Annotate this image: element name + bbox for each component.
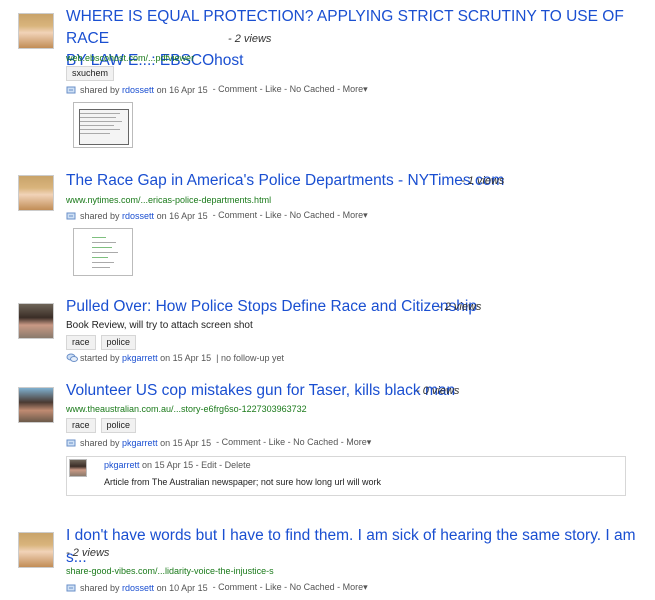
share-icon — [66, 211, 77, 221]
thumbnail-line — [80, 133, 110, 134]
meta-prefix: shared by — [80, 210, 120, 221]
thumbnail-line — [80, 113, 120, 114]
bookmark-meta: shared by pkgarrett on 15 Apr 15 - Comme… — [66, 437, 371, 448]
view-count: - 2 views — [66, 547, 110, 559]
tag-list: race police — [66, 418, 137, 433]
thumbnail-line — [80, 117, 116, 118]
bookmark-meta: shared by rdossett on 16 Apr 15 - Commen… — [66, 210, 368, 221]
meta-actions[interactable]: - Comment - Like - No Cached - More▾ — [213, 84, 368, 95]
comment-text: Article from The Australian newspaper; n… — [104, 477, 381, 487]
meta-user-link[interactable]: rdossett — [122, 583, 154, 593]
tag[interactable]: sxuchem — [66, 66, 115, 81]
meta-prefix: shared by — [80, 84, 120, 95]
bookmark-meta: shared by rdossett on 10 Apr 15 - Commen… — [66, 582, 368, 593]
share-icon — [66, 85, 77, 95]
avatar[interactable] — [18, 303, 54, 339]
tag-list: race police — [66, 335, 137, 350]
tag[interactable]: police — [100, 335, 137, 350]
meta-user-link[interactable]: pkgarrett — [122, 353, 158, 363]
view-count: - 2 views — [228, 33, 272, 45]
tag[interactable]: race — [66, 418, 96, 433]
meta-user-link[interactable]: pkgarrett — [122, 438, 158, 448]
thumbnail-line — [92, 252, 118, 253]
view-count: - 0 views — [416, 385, 460, 397]
meta-user-link[interactable]: rdossett — [122, 85, 154, 95]
tag[interactable]: police — [100, 418, 137, 433]
thumbnail-line — [92, 247, 112, 248]
bookmark-title-link[interactable]: The Race Gap in America's Police Departm… — [66, 170, 504, 192]
avatar[interactable] — [18, 175, 54, 211]
thumbnail-line — [92, 242, 116, 243]
meta-actions[interactable]: - Comment - Like - No Cached - More▾ — [213, 582, 368, 593]
meta-date: on 16 Apr 15 — [156, 84, 208, 95]
comment-actions[interactable]: - Edit - Delete — [196, 460, 251, 470]
bookmark-meta: started by pkgarrett on 15 Apr 15 | no f… — [66, 353, 284, 363]
bookmark-url[interactable]: www.theaustralian.com.au/...story-e6frg6… — [66, 404, 307, 414]
bookmark-url[interactable]: web.ebscohost.com/...pdfviewer — [66, 53, 194, 63]
comment-header: pkgarrett on 15 Apr 15 - Edit - Delete — [104, 460, 251, 470]
meta-prefix: shared by — [80, 437, 120, 448]
bookmark-title-link[interactable]: I don't have words but I have to find th… — [66, 525, 655, 569]
meta-actions[interactable]: - Comment - Like - No Cached - More▾ — [216, 437, 371, 448]
meta-prefix: shared by — [80, 582, 120, 593]
bookmark-url[interactable]: share-good-vibes.com/...lidarity-voice-t… — [66, 566, 274, 576]
page-thumbnail[interactable] — [73, 102, 133, 148]
comment-date: on 15 Apr 15 — [142, 460, 194, 470]
share-icon — [66, 438, 77, 448]
view-count: - 2 views — [438, 301, 482, 313]
thumbnail-line — [80, 125, 114, 126]
share-icon — [66, 583, 77, 593]
avatar[interactable] — [18, 532, 54, 568]
tag[interactable]: race — [66, 335, 96, 350]
avatar[interactable] — [18, 13, 54, 49]
tag-list: sxuchem — [66, 66, 115, 81]
title-line-1[interactable]: WHERE IS EQUAL PROTECTION? APPLYING STRI… — [66, 8, 624, 47]
comment-box: pkgarrett on 15 Apr 15 - Edit - Delete A… — [66, 456, 626, 496]
thumbnail-line — [92, 262, 114, 263]
thumbnail-line — [92, 257, 108, 258]
bookmark-meta: shared by rdossett on 16 Apr 15 - Commen… — [66, 84, 368, 95]
comment-user-link[interactable]: pkgarrett — [104, 460, 140, 470]
view-count: - 1 views — [461, 175, 505, 187]
thumbnail-line — [92, 237, 106, 238]
meta-date: on 16 Apr 15 — [156, 210, 208, 221]
bookmark-url[interactable]: www.nytimes.com/...ericas-police-departm… — [66, 195, 271, 205]
thumbnail-line — [92, 267, 110, 268]
meta-user-link[interactable]: rdossett — [122, 211, 154, 221]
thumbnail-line — [80, 121, 122, 122]
thumbnail-preview — [79, 109, 129, 145]
meta-prefix: started by — [80, 353, 120, 363]
meta-date: on 15 Apr 15 — [160, 353, 212, 363]
bookmark-title-link[interactable]: Pulled Over: How Police Stops Define Rac… — [66, 296, 477, 318]
bookmark-title-link[interactable]: Volunteer US cop mistakes gun for Taser,… — [66, 380, 455, 402]
avatar[interactable] — [18, 387, 54, 423]
meta-date: on 10 Apr 15 — [156, 582, 208, 593]
discussion-icon — [66, 353, 78, 363]
thumbnail-line — [80, 129, 120, 130]
meta-actions[interactable]: - Comment - Like - No Cached - More▾ — [213, 210, 368, 221]
meta-actions: | no follow-up yet — [216, 353, 285, 363]
page-thumbnail[interactable] — [73, 228, 133, 276]
bookmark-description: Book Review, will try to attach screen s… — [66, 320, 253, 331]
meta-date: on 15 Apr 15 — [160, 437, 212, 448]
comment-avatar[interactable] — [69, 459, 87, 477]
